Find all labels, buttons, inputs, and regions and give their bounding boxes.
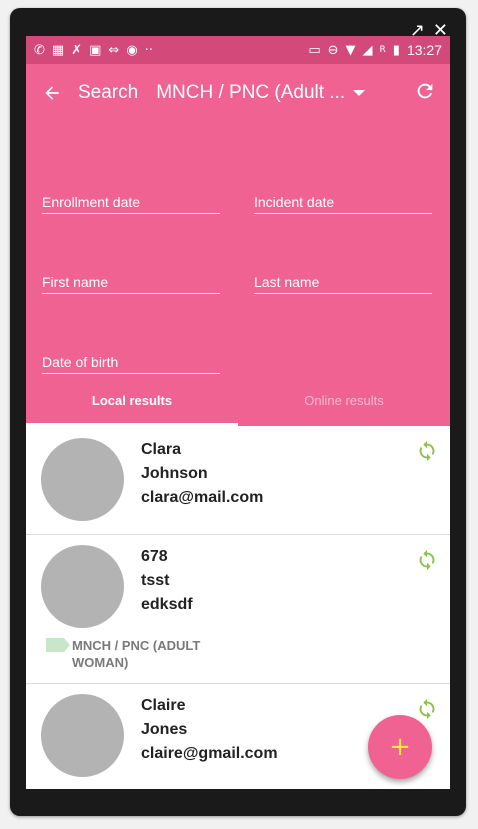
- date-of-birth-field[interactable]: Date of birth: [42, 354, 220, 374]
- plus-icon: +: [389, 732, 411, 762]
- avatar: [41, 438, 124, 521]
- tag-icon: [46, 638, 70, 652]
- date-of-birth-label: Date of birth: [42, 354, 119, 370]
- program-selector[interactable]: MNCH / PNC (Adult ...: [156, 82, 345, 104]
- phone-screen: ✆ ▦ ✗ ▣ ⇔ ◉ ·· ▭ ⊖ ▼ ◢ R ▮ 13:27 Search …: [26, 36, 450, 789]
- dnd-icon: ⊖: [327, 42, 339, 58]
- toolbar: Search MNCH / PNC (Adult ...: [26, 64, 450, 122]
- incident-date-field[interactable]: Incident date: [254, 194, 432, 214]
- whatsapp-icon: ✆: [34, 42, 45, 58]
- enrollment-date-label: Enrollment date: [42, 194, 141, 210]
- search-header: Search MNCH / PNC (Adult ... Enrollment …: [26, 64, 450, 426]
- result-line: Clara: [141, 441, 182, 458]
- dots-icon: ··: [144, 42, 153, 58]
- back-arrow-icon[interactable]: [42, 83, 62, 103]
- result-line: clara@mail.com: [141, 489, 264, 506]
- last-name-field[interactable]: Last name: [254, 274, 432, 294]
- battery-icon: ▮: [392, 42, 400, 58]
- toolbar-title: Search: [78, 82, 139, 103]
- signal-icon: ◢: [362, 42, 373, 58]
- results-tabs: Local results Online results: [26, 378, 450, 426]
- first-name-field[interactable]: First name: [42, 274, 220, 294]
- avatar: [41, 545, 124, 628]
- image-icon: ▣: [89, 42, 102, 58]
- incident-date-label: Incident date: [254, 194, 335, 210]
- result-line: claire@gmail.com: [141, 745, 278, 762]
- list-item[interactable]: 678 tsst edksdf MNCH / PNC (ADULT WOMAN): [26, 535, 450, 684]
- result-line: Claire: [141, 697, 186, 714]
- sync-icon[interactable]: [416, 698, 438, 720]
- last-name-label: Last name: [254, 274, 320, 290]
- tab-local-results[interactable]: Local results: [26, 378, 238, 426]
- sync-box-icon: ⇔: [108, 42, 120, 58]
- tab-online-results-label: Online results: [304, 393, 384, 408]
- cast-icon: ▭: [308, 42, 321, 58]
- clock: 13:27: [406, 42, 442, 58]
- add-button[interactable]: +: [368, 715, 432, 779]
- sync-icon[interactable]: [416, 440, 438, 462]
- first-name-label: First name: [42, 274, 109, 290]
- list-item[interactable]: Clara Johnson clara@mail.com: [26, 426, 450, 535]
- avatar: [41, 694, 124, 777]
- chevron-down-icon[interactable]: [353, 90, 366, 96]
- program-label: MNCH / PNC (ADULT WOMAN): [72, 638, 201, 670]
- result-line: tsst: [141, 572, 170, 589]
- roaming-signal-icon: R: [379, 45, 386, 55]
- enrollment-date-field[interactable]: Enrollment date: [42, 194, 220, 214]
- result-line: Jones: [141, 721, 188, 738]
- result-lines: Claire Jones claire@gmail.com: [141, 694, 278, 766]
- missed-call-icon: ✗: [71, 42, 83, 58]
- status-bar: ✆ ▦ ✗ ▣ ⇔ ◉ ·· ▭ ⊖ ▼ ◢ R ▮ 13:27: [26, 36, 450, 64]
- tab-online-results[interactable]: Online results: [238, 378, 450, 426]
- refresh-icon[interactable]: [414, 80, 436, 102]
- result-line: 678: [141, 548, 168, 565]
- calendar-icon: ▦: [51, 42, 65, 58]
- wifi-icon: ▼: [345, 42, 356, 58]
- result-lines: 678 tsst edksdf: [141, 545, 193, 617]
- result-line: Johnson: [141, 465, 208, 482]
- tab-local-results-label: Local results: [91, 393, 173, 408]
- result-lines: Clara Johnson clara@mail.com: [141, 438, 263, 510]
- sync-icon[interactable]: [416, 549, 438, 571]
- program-badge: MNCH / PNC (ADULT WOMAN): [46, 637, 252, 671]
- result-line: edksdf: [141, 596, 193, 613]
- eye-icon: ◉: [126, 42, 138, 58]
